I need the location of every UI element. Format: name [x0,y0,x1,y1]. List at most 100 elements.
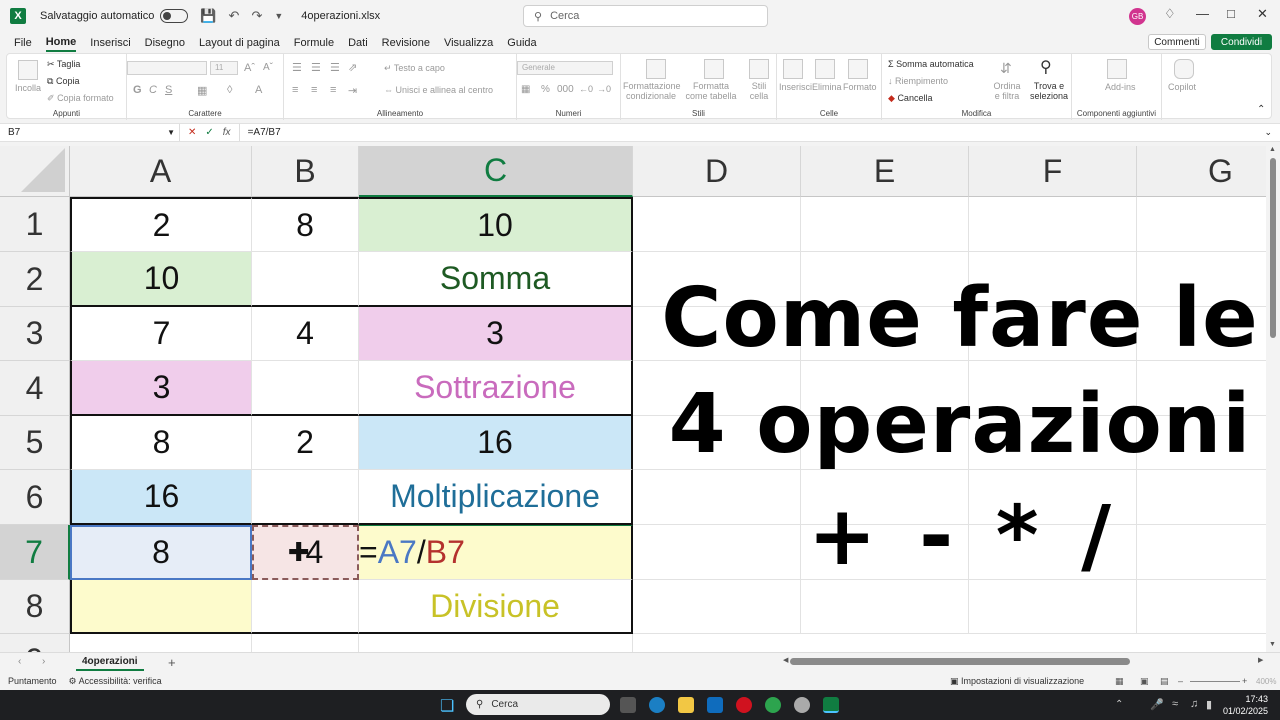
format-table-icon[interactable] [704,59,724,79]
task-view-icon[interactable] [620,697,636,713]
share-button[interactable]: Condividi [1211,34,1272,50]
row-header-7[interactable]: 7 [0,525,70,580]
battery-icon[interactable]: ▮ [1206,698,1212,711]
wrap-text-button[interactable]: ↵ Testo a capo [384,63,445,74]
align-middle-icon[interactable]: ☰ [311,61,321,74]
volume-icon[interactable]: ♫ [1190,698,1198,710]
cell-f8[interactable] [969,580,1137,634]
column-header-e[interactable]: E [801,146,969,197]
restore-icon[interactable]: □ [1227,6,1235,21]
save-icon[interactable]: 💾 [200,8,216,24]
cell-a3[interactable]: 7 [70,307,252,361]
scroll-right-icon[interactable]: ▶ [1258,656,1263,664]
insert-cells-icon[interactable] [783,59,803,79]
file-name[interactable]: 4operazioni.xlsx [301,10,380,22]
cell-b8[interactable] [252,580,359,634]
customize-quick-access-icon[interactable]: ▼ [274,11,283,21]
cell-b6[interactable] [252,470,359,525]
cell-d8[interactable] [633,580,801,634]
find-select-button[interactable]: Trova e seleziona [1028,81,1070,101]
menu-help[interactable]: Guida [507,35,536,51]
cell-b4[interactable] [252,361,359,416]
chatgpt-icon[interactable] [794,697,810,713]
name-box[interactable]: B7 ▼ [0,124,180,141]
display-settings[interactable]: ▣ Impostazioni di visualizzazione [950,676,1084,687]
taskbar-search[interactable]: ⚲ Cerca [466,694,610,715]
increase-font-icon[interactable]: Aˆ [244,62,255,74]
number-format-dropdown[interactable]: Generale [517,61,613,75]
decrease-font-icon[interactable]: Aˇ [263,62,273,73]
copy-button[interactable]: ⧉ Copia [47,76,79,87]
format-table-button[interactable]: Formatta come tabella [681,81,741,101]
scroll-up-icon[interactable]: ▲ [1269,146,1276,153]
chrome-icon[interactable] [765,697,781,713]
cell-c5[interactable]: 16 [359,416,633,470]
tray-chevron-icon[interactable]: ⌃ [1115,699,1123,710]
cell-g1[interactable] [1137,197,1266,252]
opera-icon[interactable] [736,697,752,713]
cell-c2[interactable]: Somma [359,252,633,307]
conditional-format-icon[interactable] [646,59,666,79]
cell-a4[interactable]: 3 [70,361,252,416]
cell-c8[interactable]: Divisione [359,580,633,634]
align-left-icon[interactable]: ≡ [292,84,298,96]
cell-b9[interactable] [252,634,359,652]
bold-button[interactable]: G [133,84,142,96]
conditional-format-button[interactable]: Formattazione condizionale [623,81,681,101]
wifi-icon[interactable]: ≈ [1172,698,1178,710]
menu-page-layout[interactable]: Layout di pagina [199,35,280,51]
font-color-icon[interactable]: A [255,84,262,96]
fill-color-icon[interactable]: ◊ [227,84,232,96]
accessibility-status[interactable]: ⚙ Accessibilità: verifica [69,676,162,687]
align-center-icon[interactable]: ≡ [311,84,317,96]
scroll-left-icon[interactable]: ◀ [783,656,788,664]
underline-button[interactable]: S [165,84,172,96]
sheet-tab-4operazioni[interactable]: 4operazioni [76,653,144,671]
indent-icon[interactable]: ⇥ [348,84,357,97]
thousands-icon[interactable]: 000 [557,84,574,95]
column-header-f[interactable]: F [969,146,1137,197]
row-header-8[interactable]: 8 [0,580,70,634]
row-header-4[interactable]: 4 [0,361,70,416]
align-right-icon[interactable]: ≡ [330,84,336,96]
cell-c3[interactable]: 3 [359,307,633,361]
menu-review[interactable]: Revisione [382,35,430,51]
row-header-6[interactable]: 6 [0,470,70,525]
cell-e1[interactable] [801,197,969,252]
expand-formula-icon[interactable]: ⌄ [1264,127,1272,138]
excel-taskbar-icon[interactable] [823,697,839,713]
clear-button[interactable]: ◆ Cancella [888,93,932,104]
close-icon[interactable]: ✕ [1257,6,1268,22]
prev-sheet-icon[interactable]: ‹ [18,656,21,667]
column-header-b[interactable]: B [252,146,359,197]
insert-cells-button[interactable]: Inserisci [779,82,812,92]
search-input[interactable]: ⚲ Cerca [523,5,768,27]
zoom-in-icon[interactable]: + [1242,676,1247,686]
cell-a6[interactable]: 16 [70,470,252,525]
collapse-ribbon-icon[interactable]: ⌃ [1257,104,1265,115]
column-header-c[interactable]: C [359,146,633,197]
add-sheet-button[interactable]: + [168,655,176,670]
insert-function-icon[interactable]: fx [223,127,231,138]
column-header-d[interactable]: D [633,146,801,197]
menu-formulas[interactable]: Formule [294,35,334,51]
cell-a7[interactable]: 8 [70,525,252,580]
find-icon[interactable]: ⚲ [1040,57,1052,77]
fill-button[interactable]: ↓ Riempimento [888,76,948,86]
select-all-corner[interactable] [0,146,70,197]
cell-d1[interactable] [633,197,801,252]
comments-button[interactable]: Commenti [1148,34,1206,50]
increase-decimal-icon[interactable]: ←0 [579,84,593,94]
menu-insert[interactable]: Inserisci [90,35,130,51]
row-header-5[interactable]: 5 [0,416,70,470]
format-painter-button[interactable]: ✐ Copia formato [47,93,114,104]
cell-g8[interactable] [1137,580,1266,634]
row-header-1[interactable]: 1 [0,197,70,252]
mic-icon[interactable]: 🎤 [1150,698,1164,711]
row-header-3[interactable]: 3 [0,307,70,361]
sort-filter-icon[interactable]: ⇵ [1000,60,1012,77]
cell-a5[interactable]: 8 [70,416,252,470]
addins-button[interactable]: Add-ins [1105,82,1136,92]
borders-icon[interactable]: ▦ [197,84,207,97]
cancel-formula-icon[interactable]: ✕ [188,127,196,138]
